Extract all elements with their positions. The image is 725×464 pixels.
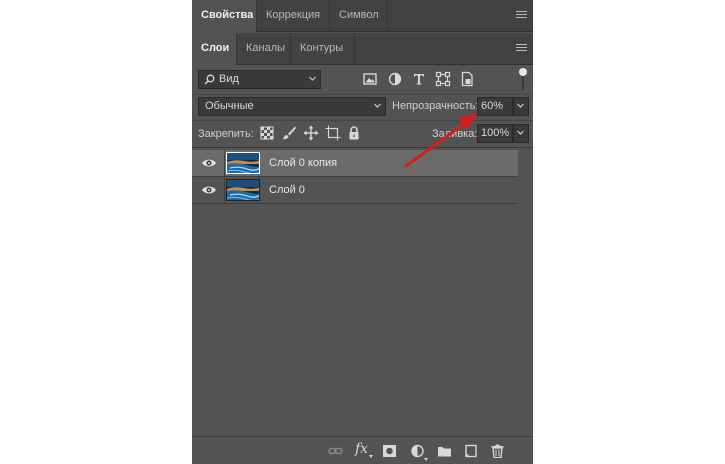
annotation-arrow — [404, 113, 478, 168]
